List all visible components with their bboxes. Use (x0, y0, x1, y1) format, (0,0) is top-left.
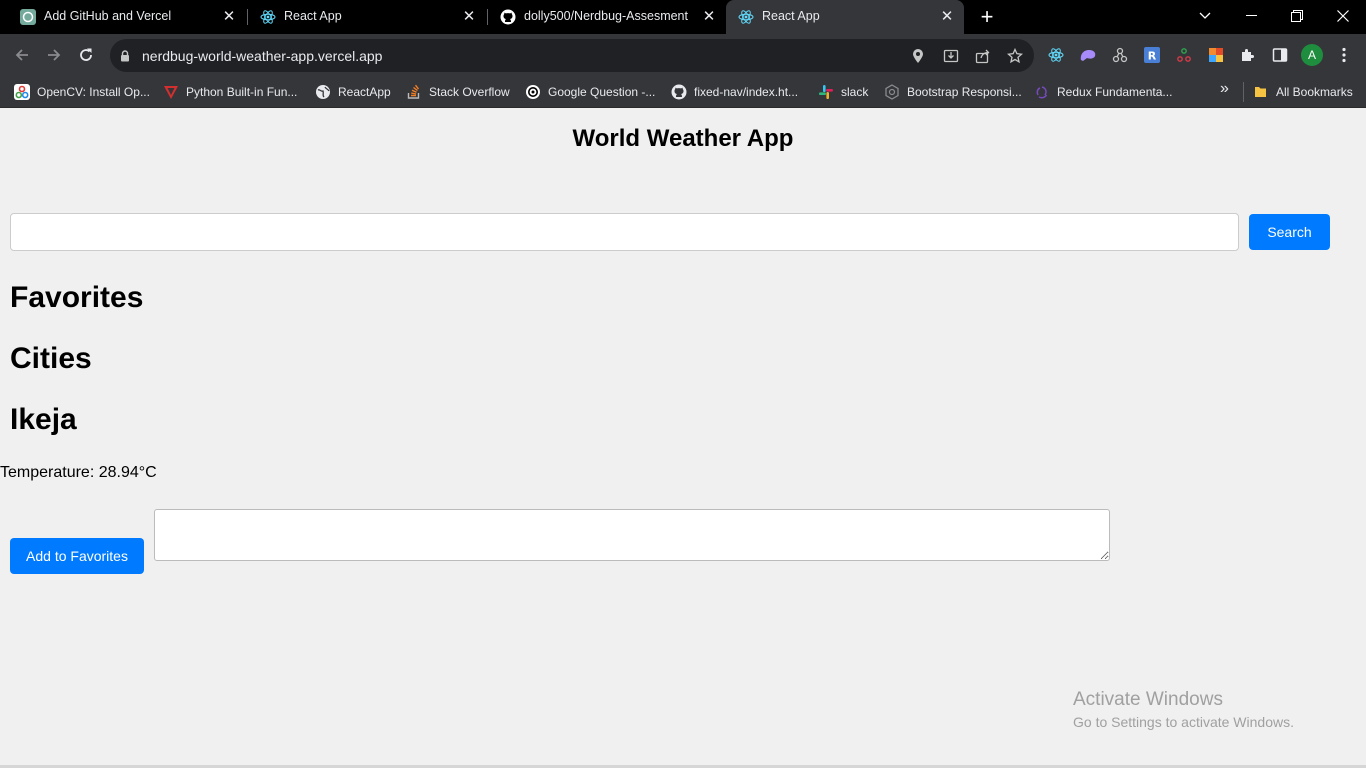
bookmark-label: Bootstrap Responsi... (907, 85, 1022, 99)
tab-title: Add GitHub and Vercel (44, 9, 172, 23)
menu-kebab-icon[interactable] (1335, 46, 1353, 64)
reload-icon[interactable] (74, 43, 98, 67)
bookmark-fixed-nav[interactable]: fixed-nav/index.ht... (671, 82, 798, 102)
chatgpt-icon (20, 9, 36, 25)
url-text[interactable]: nerdbug-world-weather-app.vercel.app (142, 48, 382, 64)
bookmark-label: Python Built-in Fun... (186, 85, 298, 99)
bookmark-label: slack (841, 85, 869, 99)
react-icon (738, 9, 754, 25)
tab-react-app-1[interactable]: React App ✕ (248, 0, 486, 34)
page-title: World Weather App (572, 125, 794, 152)
bookmarks-divider (1243, 82, 1244, 102)
bookmark-label: OpenCV: Install Op... (37, 85, 150, 99)
tab-add-github-vercel[interactable]: Add GitHub and Vercel ✕ (8, 0, 246, 34)
bookmarks-bar: OpenCV: Install Op... Python Built-in Fu… (0, 76, 1366, 108)
restore-button[interactable] (1274, 0, 1320, 32)
bookmark-star-icon[interactable] (1006, 47, 1024, 65)
close-tab-icon[interactable]: ✕ (700, 8, 718, 26)
close-tab-icon[interactable]: ✕ (938, 8, 956, 26)
forward-arrow-icon[interactable] (42, 43, 66, 67)
all-bookmarks-label: All Bookmarks (1276, 85, 1353, 99)
new-tab-button[interactable]: + (976, 5, 998, 29)
windows-activation-watermark: Activate Windows Go to Settings to activ… (1073, 689, 1294, 730)
colorful-extension-icon[interactable] (1207, 46, 1225, 64)
github-icon (671, 84, 687, 100)
opencv-icon (14, 84, 30, 100)
watermark-subtitle: Go to Settings to activate Windows. (1073, 714, 1294, 730)
redux-icon (1034, 84, 1050, 100)
tab-react-app-active[interactable]: React App ✕ (726, 0, 964, 34)
bookmarks-overflow-button[interactable]: » (1220, 80, 1229, 98)
cities-heading: Cities (10, 342, 92, 375)
bookmark-label: fixed-nav/index.ht... (694, 85, 799, 99)
bookmark-label: Redux Fundamenta... (1057, 85, 1173, 99)
bookmark-label: Google Question -... (548, 85, 656, 99)
share-icon[interactable] (974, 47, 992, 65)
folder-icon (1253, 84, 1269, 100)
slack-icon (818, 84, 834, 100)
bookmark-opencv[interactable]: OpenCV: Install Op... (14, 82, 150, 102)
add-to-favorites-button[interactable]: Add to Favorites (10, 538, 144, 574)
tab-title: React App (284, 9, 342, 23)
bookmark-slack[interactable]: slack (818, 82, 868, 102)
bookmark-stackoverflow[interactable]: Stack Overflow (406, 82, 510, 102)
bookmark-bootstrap[interactable]: Bootstrap Responsi... (884, 82, 1022, 102)
bookmark-python-builtins[interactable]: Python Built-in Fun... (163, 82, 297, 102)
notes-textarea[interactable] (154, 509, 1110, 561)
react-devtools-icon[interactable] (1047, 46, 1065, 64)
extensions-puzzle-icon[interactable] (1239, 46, 1257, 64)
tab-strip: Add GitHub and Vercel ✕ React App ✕ doll… (0, 0, 1366, 34)
side-panel-icon[interactable] (1271, 46, 1289, 64)
location-pin-icon[interactable] (909, 47, 927, 65)
close-tab-icon[interactable]: ✕ (460, 8, 478, 26)
redux-devtools-icon[interactable] (1175, 46, 1193, 64)
bookmark-label: Stack Overflow (429, 85, 510, 99)
stackoverflow-icon (406, 84, 422, 100)
city-search-input[interactable] (10, 213, 1239, 251)
network-extension-icon[interactable] (1111, 46, 1129, 64)
github-icon (500, 9, 516, 25)
tab-search-icon[interactable] (1182, 0, 1228, 32)
bookmark-redux[interactable]: Redux Fundamenta... (1034, 82, 1172, 102)
favorites-heading: Favorites (10, 281, 144, 314)
browser-toolbar: nerdbug-world-weather-app.vercel.app R A (0, 34, 1366, 76)
temperature-text: Temperature: 28.94°C (0, 464, 157, 481)
bootstrap-icon (884, 84, 900, 100)
address-bar[interactable]: nerdbug-world-weather-app.vercel.app (110, 39, 1034, 72)
minimize-button[interactable] (1228, 0, 1274, 32)
page-content: World Weather App Search Favorites Citie… (0, 109, 1366, 768)
bookmark-reactapp[interactable]: ReactApp (315, 82, 391, 102)
close-window-button[interactable] (1320, 0, 1366, 32)
r-extension-icon[interactable]: R (1143, 46, 1161, 64)
bookmark-google-question[interactable]: Google Question -... (525, 82, 655, 102)
python-icon (163, 84, 179, 100)
tab-title: dolly500/Nerdbug-Assesment (524, 9, 688, 23)
all-bookmarks-folder[interactable]: All Bookmarks (1253, 82, 1353, 102)
ghost-extension-icon[interactable] (1079, 46, 1097, 64)
back-arrow-icon[interactable] (10, 43, 34, 67)
lock-icon[interactable] (120, 49, 130, 67)
tab-title: React App (762, 9, 820, 23)
svg-text:R: R (1148, 50, 1157, 63)
search-button[interactable]: Search (1249, 214, 1330, 250)
close-tab-icon[interactable]: ✕ (220, 8, 238, 26)
bookmark-label: ReactApp (338, 85, 391, 99)
target-icon (525, 84, 541, 100)
install-app-icon[interactable] (942, 47, 960, 65)
tab-github-repo[interactable]: dolly500/Nerdbug-Assesment ✕ (488, 0, 726, 34)
globe-icon (315, 84, 331, 100)
watermark-title: Activate Windows (1073, 689, 1223, 710)
react-icon (260, 9, 276, 25)
city-name-heading: Ikeja (10, 403, 77, 436)
profile-avatar[interactable]: A (1301, 44, 1323, 66)
